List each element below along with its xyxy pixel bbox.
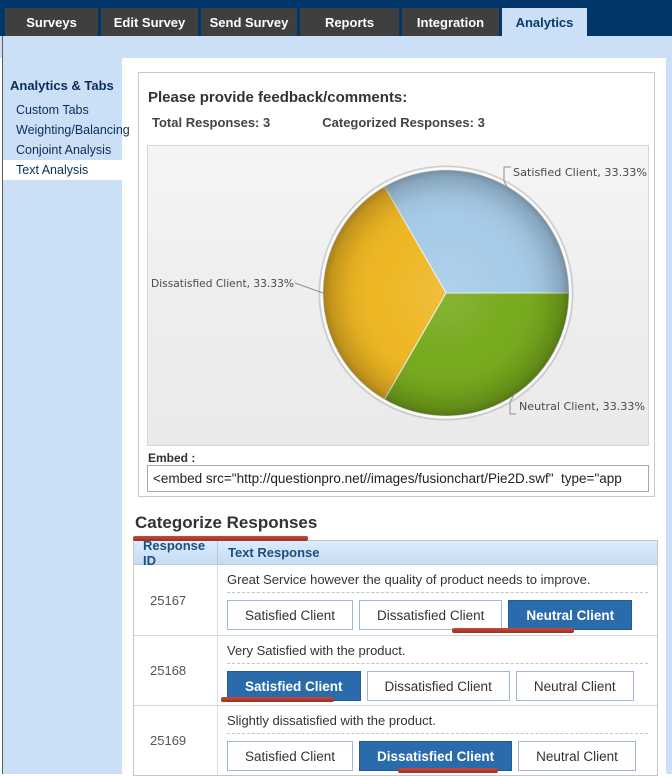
svg-text:Dissatisfied Client, 33.33%: Dissatisfied Client, 33.33%	[151, 277, 294, 290]
dashed-divider	[227, 592, 648, 593]
total-responses-value: 3	[263, 115, 271, 130]
tab-bar: Surveys Edit Survey Send Survey Reports Inte…	[0, 8, 672, 36]
categorized-responses-value: 3	[477, 115, 485, 130]
total-responses-label: Total Responses:	[152, 115, 260, 130]
column-header-response-id: Response ID	[134, 538, 218, 568]
annotation-underline-dissatisfied-client	[398, 768, 498, 773]
category-button-row: Satisfied Client Dissatisfied Client Neutr…	[227, 741, 648, 771]
analytics-sidebar: Analytics & Tabs Custom Tabs Weighting/Ba…	[3, 58, 130, 774]
text-response-cell: Slightly dissatisfied with the product. S…	[218, 706, 657, 775]
annotation-underline-categorize-title	[133, 536, 308, 541]
category-button-satisfied-client[interactable]: Satisfied Client	[227, 600, 354, 630]
table-row: 25169 Slightly dissatisfied with the prod…	[134, 705, 657, 775]
response-id: 25169	[134, 706, 218, 775]
categorized-responses-label: Categorized Responses:	[322, 115, 474, 130]
category-button-satisfied-client[interactable]: Satisfied Client	[227, 741, 354, 771]
svg-text:Satisfied Client, 33.33%: Satisfied Client, 33.33%	[513, 166, 647, 179]
tab-send-survey[interactable]: Send Survey	[201, 8, 297, 36]
column-header-text-response: Text Response	[228, 545, 320, 560]
feedback-panel: Please provide feedback/comments: Total …	[138, 72, 655, 497]
sidebar-item-conjoint-analysis[interactable]: Conjoint Analysis	[3, 140, 122, 160]
sidebar-item-text-analysis[interactable]: Text Analysis	[3, 160, 122, 180]
sidebar-item-weighting-balancing[interactable]: Weighting/Balancing	[3, 120, 130, 140]
categorized-responses-stat: Categorized Responses: 3	[322, 115, 485, 130]
category-button-neutral-client[interactable]: Neutral Client	[515, 671, 634, 701]
tab-substrip	[0, 36, 672, 58]
response-text: Slightly dissatisfied with the product.	[227, 713, 436, 728]
dashed-divider	[227, 733, 648, 734]
category-button-neutral-client[interactable]: Neutral Client	[508, 600, 633, 630]
embed-code-input[interactable]	[147, 465, 649, 492]
annotation-underline-satisfied-client	[221, 697, 334, 702]
tab-analytics[interactable]: Analytics	[502, 8, 587, 36]
tab-integration[interactable]: Integration	[402, 8, 499, 36]
dashed-divider	[227, 663, 648, 664]
pie-chart: Satisfied Client, 33.33% Dissatisfied Cli…	[147, 145, 649, 446]
embed-label: Embed :	[148, 451, 196, 465]
categorize-table: Response ID Text Response 25167 Great Ser…	[133, 538, 658, 776]
category-button-dissatisfied-client[interactable]: Dissatisfied Client	[359, 600, 503, 630]
tab-surveys[interactable]: Surveys	[5, 8, 98, 36]
page-right-stripe	[666, 36, 672, 774]
table-header-row: Response ID Text Response	[134, 538, 657, 568]
feedback-question-title: Please provide feedback/comments:	[148, 89, 408, 106]
tab-edit-survey[interactable]: Edit Survey	[101, 8, 198, 36]
response-text: Great Service however the quality of pro…	[227, 572, 591, 587]
table-row: 25168 Very Satisfied with the product. Sat…	[134, 635, 657, 705]
response-id: 25168	[134, 636, 218, 705]
total-responses-stat: Total Responses: 3	[152, 115, 270, 130]
table-row: 25167 Great Service however the quality o…	[134, 565, 657, 635]
tab-reports[interactable]: Reports	[300, 8, 399, 36]
annotation-underline-neutral-client	[452, 628, 574, 633]
svg-text:Neutral Client, 33.33%: Neutral Client, 33.33%	[519, 400, 645, 413]
categorize-responses-title: Categorize Responses	[135, 513, 318, 532]
text-response-cell: Great Service however the quality of pro…	[218, 565, 657, 635]
response-id: 25167	[134, 565, 218, 635]
sidebar-items: Custom Tabs Weighting/Balancing Conjoint A…	[3, 100, 130, 180]
text-response-cell: Very Satisfied with the product. Satisfie…	[218, 636, 657, 705]
response-text: Very Satisfied with the product.	[227, 643, 406, 658]
category-button-row: Satisfied Client Dissatisfied Client Neutr…	[227, 600, 648, 630]
category-button-dissatisfied-client[interactable]: Dissatisfied Client	[359, 741, 513, 771]
category-button-dissatisfied-client[interactable]: Dissatisfied Client	[366, 671, 510, 701]
table-body: 25167 Great Service however the quality o…	[134, 565, 657, 775]
top-navy-bar	[0, 0, 672, 8]
response-stats: Total Responses: 3 Categorized Responses…	[152, 115, 485, 130]
category-button-neutral-client[interactable]: Neutral Client	[518, 741, 636, 771]
sidebar-title: Analytics & Tabs	[10, 78, 114, 93]
sidebar-item-custom-tabs[interactable]: Custom Tabs	[3, 100, 122, 120]
